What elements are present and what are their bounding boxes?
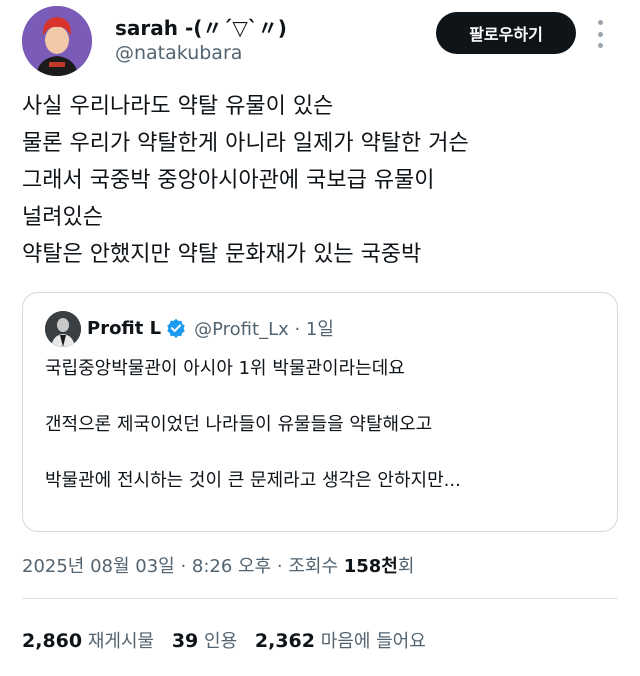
tweet-line: 물론 우리가 약탈한게 아니라 일제가 약탈한 거슨 [22, 131, 469, 156]
tweet-line: 그래서 국중박 중앙아시아관에 국보급 유물이 [22, 168, 435, 193]
quoted-tweet-card[interactable]: Profit L @Profit_Lx · 1일 국립중앙박물관이 아시아 1위… [22, 292, 618, 532]
engagement-stats: 2,860 재게시물 39 인용 2,362 마음에 들어요 [22, 627, 426, 653]
view-count: 158천 [343, 556, 398, 577]
avatar[interactable] [22, 6, 92, 76]
verified-badge-icon [167, 318, 185, 338]
tweet-line: 널려있슨 [22, 205, 103, 230]
author-display-name[interactable]: sarah -(〃´▽`〃) [115, 12, 287, 41]
tweet-line: 사실 우리나라도 약탈 유물이 있슨 [22, 94, 334, 119]
retweets-count: 2,860 [22, 630, 83, 652]
view-suffix: 회 [397, 556, 415, 577]
quote-author-handle-time[interactable]: @Profit_Lx · 1일 [194, 315, 334, 341]
more-icon[interactable] [594, 20, 606, 48]
quote-line: 갠적으론 제국이었던 나라들이 유물들을 약탈해오고 [45, 414, 433, 435]
author-handle[interactable]: @natakubara [115, 42, 242, 64]
quote-author-name[interactable]: Profit L [87, 318, 161, 339]
likes-count: 2,362 [254, 630, 315, 652]
retweets-label: 재게시물 [87, 631, 155, 652]
likes-label: 마음에 들어요 [320, 631, 426, 652]
divider [22, 598, 618, 599]
tweet-text: 사실 우리나라도 약탈 유물이 있슨 물론 우리가 약탈한게 아니라 일제가 약… [22, 88, 622, 273]
quotes-label: 인용 [204, 631, 238, 652]
quote-header: Profit L @Profit_Lx · 1일 [87, 315, 334, 341]
quotes-stat[interactable]: 39 인용 [171, 630, 238, 652]
follow-button[interactable]: 팔로우하기 [436, 12, 576, 54]
tweet-meta: 2025년 08월 03일 · 8:26 오후 · 조회수 158천회 [22, 552, 414, 578]
quote-blank-line [45, 439, 461, 467]
quote-line: 박물관에 전시하는 것이 큰 문제라고 생각은 안하지만... [45, 470, 461, 491]
likes-stat[interactable]: 2,362 마음에 들어요 [254, 630, 426, 652]
quote-blank-line [45, 383, 461, 411]
quote-text: 국립중앙박물관이 아시아 1위 박물관이라는데요 갠적으론 제국이었던 나라들이… [45, 355, 461, 495]
tweet-line: 약탈은 안했지만 약탈 문화재가 있는 국중박 [22, 242, 422, 267]
timestamp[interactable]: 2025년 08월 03일 · 8:26 오후 · 조회수 [22, 556, 344, 577]
quote-avatar[interactable] [45, 311, 81, 347]
retweets-stat[interactable]: 2,860 재게시물 [22, 630, 155, 652]
quote-line: 국립중앙박물관이 아시아 1위 박물관이라는데요 [45, 358, 405, 379]
quotes-count: 39 [171, 630, 199, 652]
